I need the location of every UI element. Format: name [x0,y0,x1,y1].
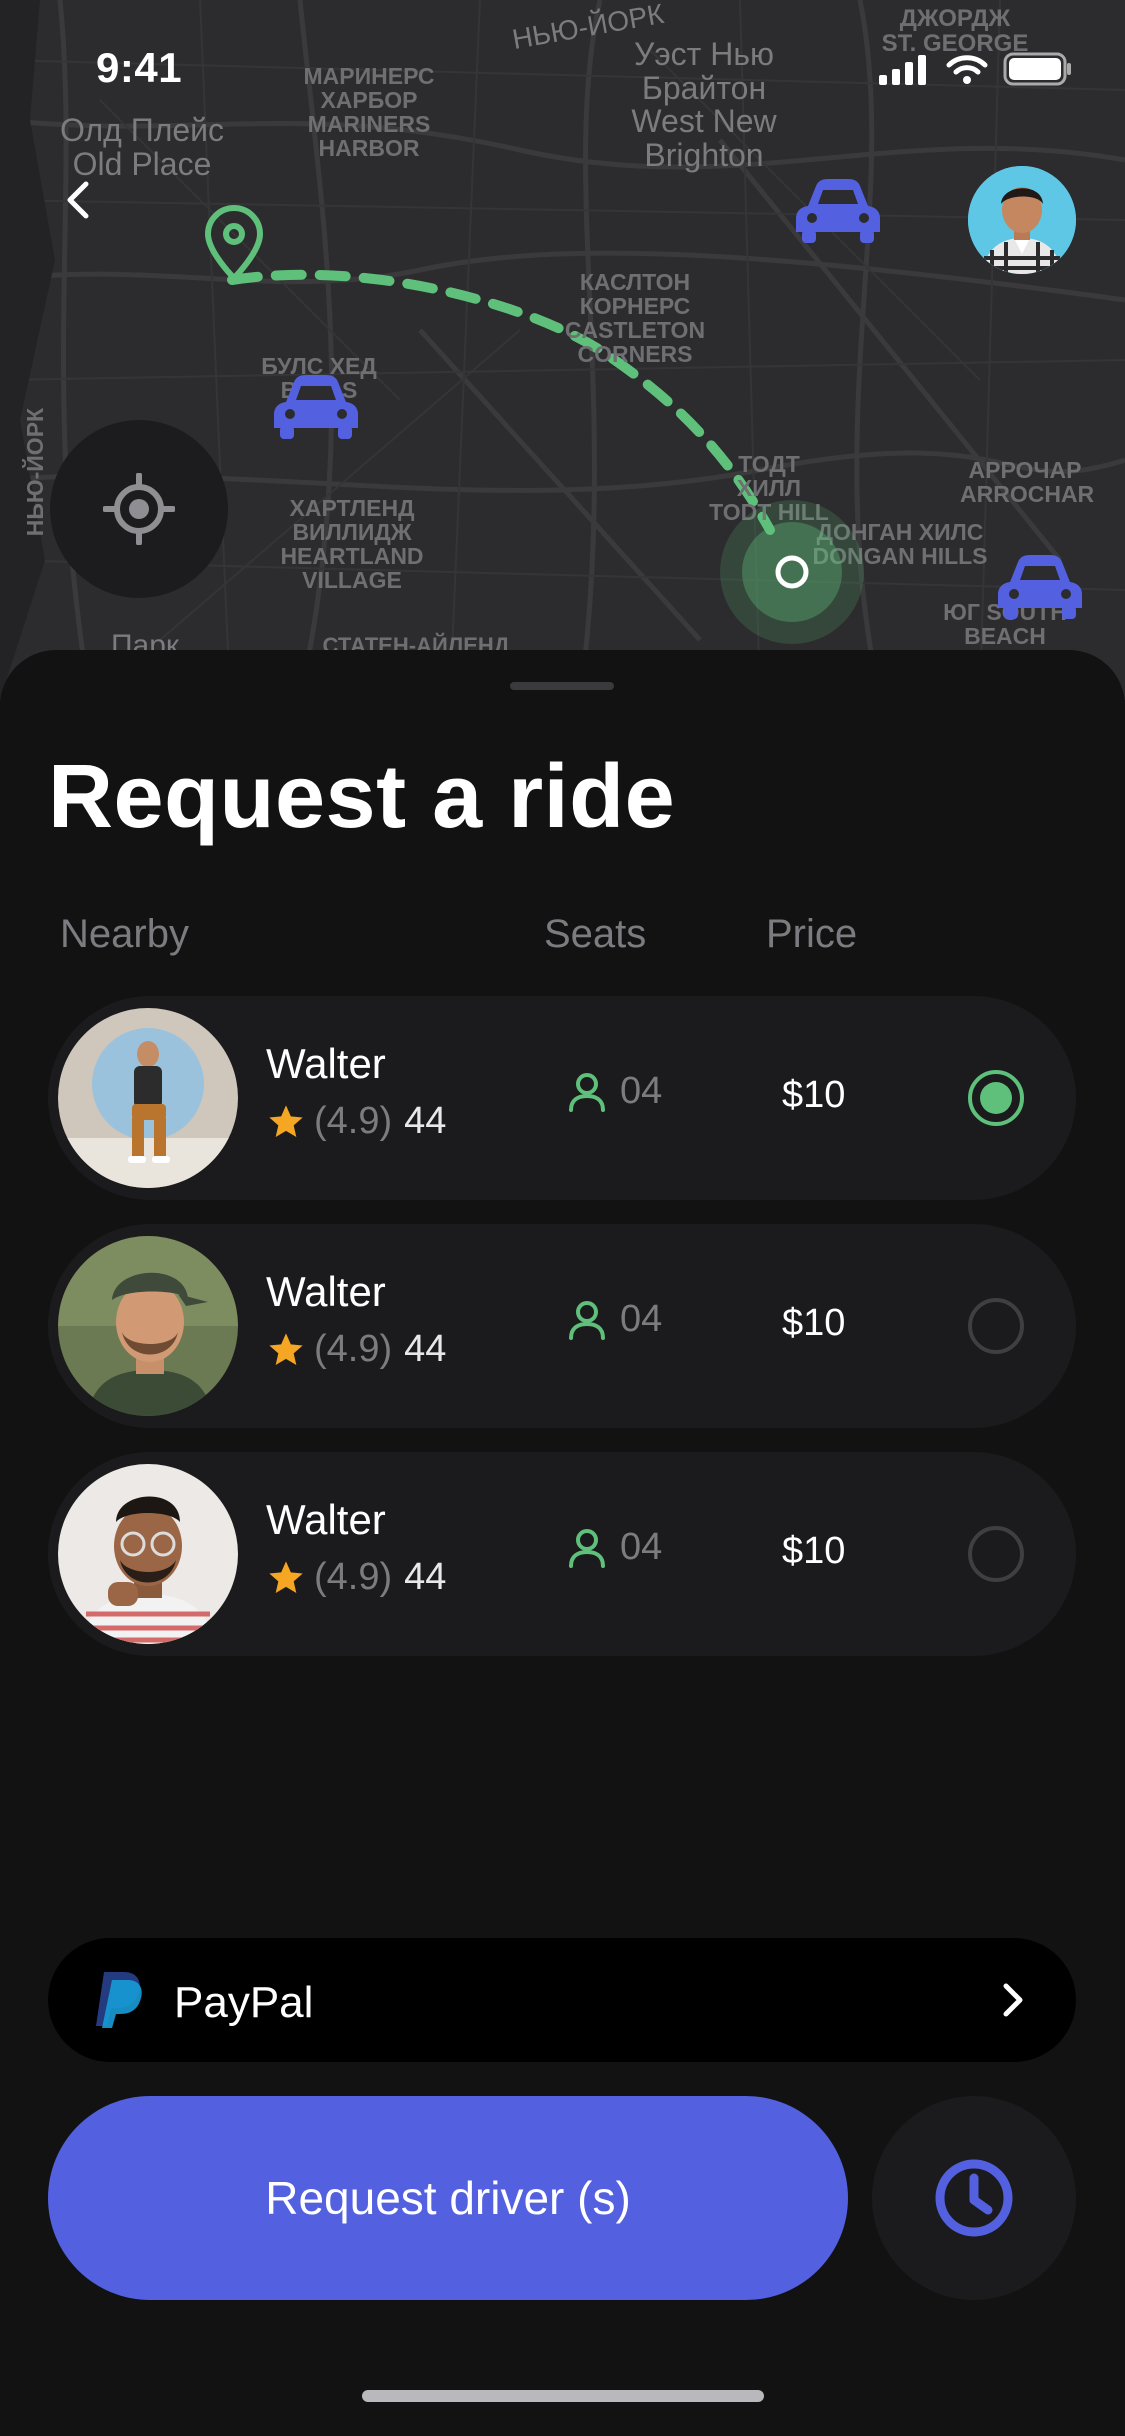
location-pin-icon[interactable] [200,204,268,284]
rating-score: (4.9) [314,1100,393,1142]
avatar[interactable] [968,166,1076,274]
seat-value: 04 [620,1070,663,1112]
price-value: $10 [782,1302,846,1344]
map-label: Уэст Нью Брайтон West New Brighton [631,36,777,173]
review-count: 44 [404,1556,447,1598]
rating-score: (4.9) [314,1328,393,1370]
chevron-right-icon [1003,1983,1023,2017]
page-title: Request a ride [48,747,676,847]
driver-rating: (4.9) 44 [266,1328,446,1371]
price-value: $10 [782,1074,846,1116]
payment-method-label: PayPal [174,1978,314,2027]
schedule-button[interactable] [872,2096,1076,2300]
review-count: 44 [404,1328,447,1370]
clock-icon [935,2159,1013,2237]
home-indicator[interactable] [362,2390,764,2402]
column-header-nearby: Nearby [60,912,189,956]
person-icon [569,1528,605,1568]
person-icon [569,1300,605,1340]
seat-value: 04 [620,1298,663,1340]
driver-name: Walter [266,1496,386,1543]
driver-photo [58,1236,238,1416]
column-header-seats: Seats [544,912,647,956]
destination-marker[interactable] [718,498,866,646]
driver-name: Walter [266,1040,386,1087]
driver-row[interactable]: Walter (4.9) 44 04 $10 [48,1224,1076,1428]
status-icons [879,52,1073,86]
map-label: АРРОЧАР ARROCHAR [960,457,1095,508]
star-icon [269,1332,303,1365]
driver-rating: (4.9) 44 [266,1556,446,1599]
map-label: НЬЮ-ЙОРК [21,407,48,537]
car-icon[interactable] [792,176,884,246]
seat-value: 04 [620,1526,663,1568]
car-icon[interactable] [994,552,1086,622]
column-header-price: Price [766,912,858,956]
map-label: ДЖОРДЖ ST. GEORGE [881,5,1029,58]
car-icon[interactable] [270,372,362,442]
driver-row[interactable]: Walter (4.9) 44 04 $10 [48,996,1076,1200]
driver-photo-image [58,1236,238,1416]
map-view[interactable]: НЬЮ-ЙОРК МАРИНЕРС ХАРБОР MARINERS HARBOR… [0,0,1125,700]
driver-row[interactable]: Walter (4.9) 44 04 $10 [48,1452,1076,1656]
map-label: МАРИНЕРС ХАРБОР MARINERS HARBOR [303,63,435,162]
star-icon [269,1560,303,1593]
select-radio[interactable] [968,1070,1024,1126]
driver-photo-image [58,1008,238,1188]
seat-count: 04 [568,1526,662,1569]
select-radio[interactable] [968,1298,1024,1354]
star-icon [269,1104,303,1137]
driver-photo-image [58,1464,238,1644]
price-value: $10 [782,1530,846,1572]
payment-method-selector[interactable]: PayPal [48,1938,1076,2062]
signal-icon [879,55,926,85]
back-icon[interactable] [56,176,104,224]
map-label: Олд Плейс Old Place [59,112,225,182]
select-radio[interactable] [968,1526,1024,1582]
user-avatar-image [968,166,1076,274]
status-time: 9:41 [96,44,183,91]
request-driver-button[interactable]: Request driver (s) [48,2096,848,2300]
person-icon [569,1072,605,1112]
driver-name: Walter [266,1268,386,1315]
sheet-handle[interactable] [510,682,614,690]
map-label: ХАРТЛЕНД ВИЛЛИДЖ HEARTLAND VILLAGE [280,495,424,594]
battery-icon [1003,52,1071,86]
wifi-icon [946,55,988,84]
seat-count: 04 [568,1298,662,1341]
map-label: КАСЛТОН КОРНЕРС CASTLETON CORNERS [564,269,706,368]
locate-button[interactable] [50,420,228,598]
review-count: 44 [404,1100,447,1142]
locate-icon [103,473,175,545]
driver-photo [58,1008,238,1188]
ride-sheet: Request a ride Nearby Seats Price Walter… [0,650,1125,2436]
seat-count: 04 [568,1070,662,1113]
rating-score: (4.9) [314,1556,393,1598]
paypal-icon [96,1972,142,2028]
driver-rating: (4.9) 44 [266,1100,446,1143]
driver-photo [58,1464,238,1644]
